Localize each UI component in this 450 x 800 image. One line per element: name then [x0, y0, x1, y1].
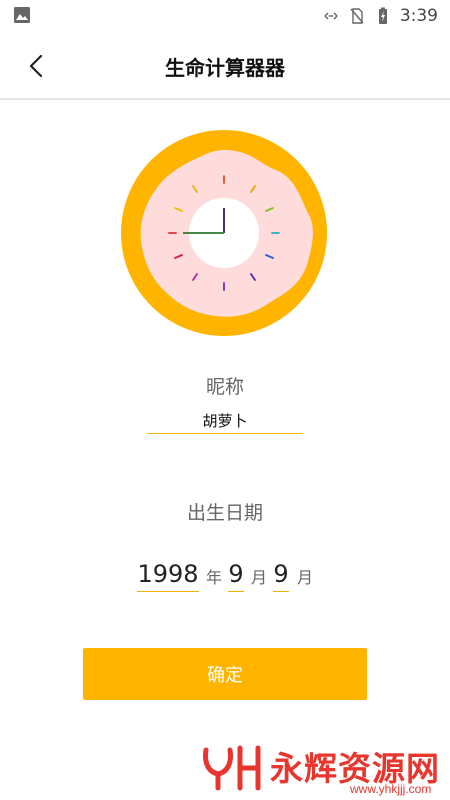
birth-date-label: 出生日期: [186, 502, 263, 524]
page-title: 生命计算器器: [165, 56, 285, 80]
month-input[interactable]: 9: [228, 556, 244, 592]
birth-date-row: 1998 年 9 月 9 月: [0, 556, 450, 596]
no-sim-icon: [350, 8, 364, 24]
nickname-label: 昵称: [205, 376, 244, 398]
confirm-button[interactable]: 确定: [83, 648, 367, 700]
year-unit: 年: [206, 568, 223, 587]
watermark-url: www.yhkjjj.com: [350, 782, 432, 796]
day-input[interactable]: 9: [273, 556, 289, 592]
watermark-logo: [203, 745, 261, 791]
donut-clock-illustration: [121, 130, 327, 336]
image-icon: [14, 7, 30, 23]
month-unit: 月: [251, 568, 268, 587]
confirm-label: 确定: [207, 665, 243, 686]
app-header: 生命计算器器: [0, 32, 450, 100]
day-unit: 月: [297, 568, 314, 587]
status-icons: 3:39: [322, 0, 438, 32]
year-input[interactable]: 1998: [137, 556, 199, 592]
battery-charging-icon: [378, 7, 387, 24]
nickname-input[interactable]: 胡萝卜: [147, 410, 303, 434]
status-bar: 3:39: [0, 0, 450, 32]
data-arrows-icon: [324, 12, 338, 20]
watermark: 永辉资源网 www.yhkjjj.com: [200, 742, 450, 800]
status-time: 3:39: [399, 6, 438, 26]
